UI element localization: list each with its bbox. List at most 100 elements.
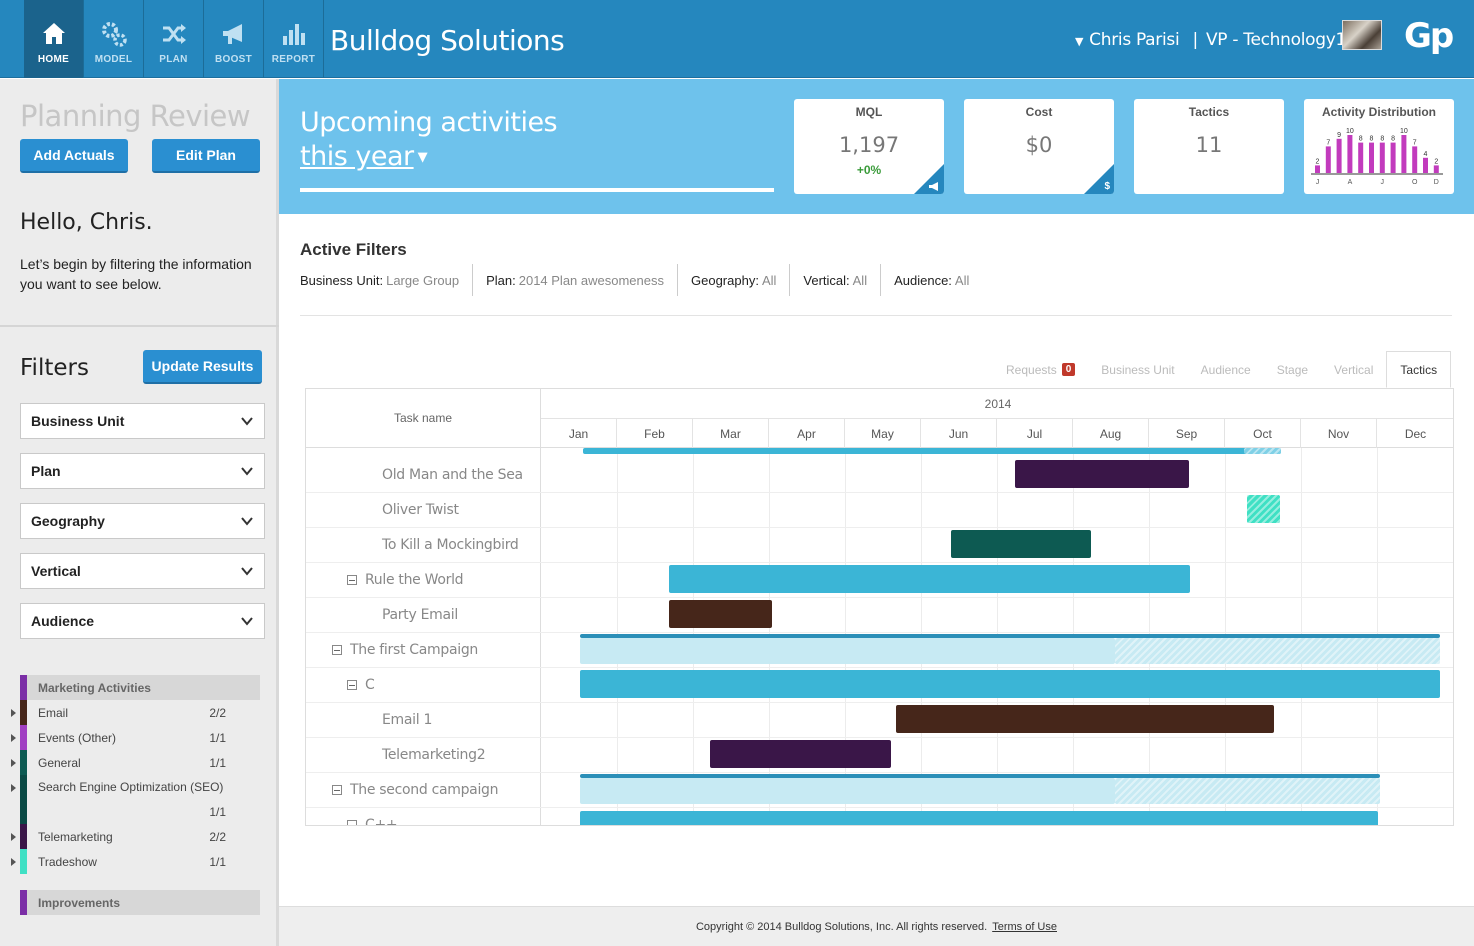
task-row[interactable]: Oliver Twist: [306, 493, 541, 528]
task-bar-rule-the-world[interactable]: [669, 565, 1190, 593]
dropdown-label: Audience: [31, 613, 95, 629]
dollar-icon: $: [1104, 181, 1110, 192]
collapse-icon[interactable]: [347, 575, 357, 585]
activity-label: Tradeshow: [38, 854, 97, 869]
list-item[interactable]: Search Engine Optimization (SEO) 1/1: [11, 775, 260, 824]
nav-boost[interactable]: BOOST: [204, 0, 264, 78]
task-bar-email-1[interactable]: [896, 705, 1274, 733]
month-header: Jan Feb Mar Apr May Jun Jul Aug Sep Oct Nov Dec: [541, 419, 1453, 448]
task-row[interactable]: Email 1: [306, 703, 541, 738]
task-bar-old-man-and-the-sea[interactable]: [1015, 460, 1189, 488]
activity-distribution-card[interactable]: Activity Distribution 2 7 9 10 8 8 8 8 10 7 4 2 J A J O…: [1304, 99, 1454, 194]
distribution-value-label: 8: [1380, 136, 1384, 143]
update-results-button[interactable]: Update Results: [143, 350, 262, 384]
activity-distribution-chart: 279108 8 8 810742J A J O D: [1311, 128, 1443, 186]
task-row[interactable]: Telemarketing2: [306, 738, 541, 773]
business-unit-dropdown[interactable]: Business Unit: [20, 403, 265, 439]
distribution-bar: [1433, 165, 1439, 173]
campaign-bar-the-second-campaign-tail[interactable]: [1115, 778, 1380, 804]
list-item[interactable]: Tradeshow 1/1: [11, 849, 260, 874]
marketing-activities-header[interactable]: Marketing Activities: [20, 675, 260, 700]
nav-home[interactable]: HOME: [24, 0, 84, 78]
campaign-bar-tail[interactable]: [1244, 448, 1281, 454]
list-item[interactable]: Email 2/2: [11, 700, 260, 725]
task-bar-party-email[interactable]: [669, 600, 772, 628]
user-menu[interactable]: ▼ Chris Parisi | VP - Technology1: [1075, 30, 1346, 50]
task-row[interactable]: The first Campaign: [306, 633, 541, 668]
task-row[interactable]: Rule the World: [306, 563, 541, 598]
task-bar-c-plus-plus[interactable]: [580, 811, 1378, 825]
add-actuals-button[interactable]: Add Actuals: [20, 139, 128, 173]
sidebar-divider: [0, 325, 279, 327]
tab-audience[interactable]: Audience: [1188, 351, 1264, 388]
gantt-tabs: Requests 0 Business Unit Audience Stage V…: [993, 351, 1452, 388]
collapse-icon[interactable]: [347, 680, 357, 690]
avatar[interactable]: [1342, 20, 1382, 50]
dropdown-label: Business Unit: [31, 413, 125, 429]
gears-icon: [101, 22, 127, 47]
mql-card[interactable]: MQL 1,197 +0%: [794, 99, 944, 194]
activity-label: General: [38, 755, 81, 770]
dropdown-label: Vertical: [31, 563, 81, 579]
tab-stage[interactable]: Stage: [1264, 351, 1321, 388]
summary-banner: Upcoming activities this year ▼ MQL 1,197…: [279, 79, 1474, 214]
megaphone-icon: [929, 182, 938, 191]
task-bar-telemarketing2[interactable]: [710, 740, 891, 768]
month-label: Aug: [1073, 419, 1149, 448]
grid-line: [541, 527, 1453, 528]
month-label: Feb: [617, 419, 693, 448]
campaign-bar-the-first-campaign-tail[interactable]: [1115, 638, 1440, 664]
bar-chart-icon: [282, 24, 305, 45]
period-selector[interactable]: this year ▼: [300, 141, 428, 172]
task-row[interactable]: C++: [306, 808, 541, 825]
month-label: Jul: [997, 419, 1073, 448]
kpi-label: Tactics: [1188, 105, 1230, 119]
task-bar-c[interactable]: [580, 670, 1440, 698]
task-row[interactable]: Old Man and the Sea: [306, 458, 541, 493]
copyright-text: Copyright © 2014 Bulldog Solutions, Inc.…: [695, 920, 988, 933]
task-row[interactable]: To Kill a Mockingbird: [306, 528, 541, 563]
tab-business-unit[interactable]: Business Unit: [1088, 351, 1187, 388]
task-row[interactable]: Party Email: [306, 598, 541, 633]
vertical-dropdown[interactable]: Vertical: [20, 553, 265, 589]
task-row[interactable]: The second campaign: [306, 773, 541, 808]
task-name: Old Man and the Sea: [382, 467, 523, 483]
plan-dropdown[interactable]: Plan: [20, 453, 265, 489]
nav-report[interactable]: REPORT: [264, 0, 324, 78]
timeline: [541, 448, 1453, 825]
month-label: Sep: [1149, 419, 1225, 448]
period-label: this year: [300, 141, 414, 172]
tab-vertical[interactable]: Vertical: [1321, 351, 1386, 388]
terms-link[interactable]: Terms of Use: [992, 921, 1057, 933]
campaign-bar-the-first-campaign[interactable]: [580, 638, 1115, 664]
month-label: Jan: [541, 419, 617, 448]
nav-plan[interactable]: PLAN: [144, 0, 204, 78]
campaign-bar[interactable]: [583, 448, 1281, 454]
task-bar-oliver-twist[interactable]: [1247, 495, 1280, 523]
geography-dropdown[interactable]: Geography: [20, 503, 265, 539]
campaign-bar-the-second-campaign[interactable]: [580, 778, 1115, 804]
list-item[interactable]: General 1/1: [11, 750, 260, 775]
distribution-bar: [1347, 135, 1353, 173]
task-row[interactable]: C: [306, 668, 541, 703]
task-list: Old Man and the Sea Oliver Twist To Kill a…: [306, 448, 541, 825]
cost-card[interactable]: Cost $0 $: [964, 99, 1114, 194]
collapse-icon[interactable]: [332, 785, 342, 795]
collapse-icon[interactable]: [347, 820, 357, 825]
tab-tactics[interactable]: Tactics: [1386, 351, 1452, 388]
grid-line: [541, 772, 1453, 773]
distribution-value-label: 8: [1391, 136, 1395, 143]
filter-business-unit: Business Unit: Large Group: [300, 264, 474, 296]
month-label: Oct: [1225, 419, 1301, 448]
list-item[interactable]: Telemarketing 2/2: [11, 824, 260, 849]
filter-audience: Audience: All: [894, 272, 970, 288]
nav-model[interactable]: MODEL: [84, 0, 144, 78]
tab-requests[interactable]: Requests 0: [993, 351, 1088, 388]
tactics-card[interactable]: Tactics 11: [1134, 99, 1284, 194]
edit-plan-button[interactable]: Edit Plan: [152, 139, 260, 173]
collapse-icon[interactable]: [332, 645, 342, 655]
improvements-header[interactable]: Improvements: [20, 890, 260, 915]
audience-dropdown[interactable]: Audience: [20, 603, 265, 639]
list-item[interactable]: Events (Other) 1/1: [11, 725, 260, 750]
task-bar-to-kill-a-mockingbird[interactable]: [951, 530, 1091, 558]
